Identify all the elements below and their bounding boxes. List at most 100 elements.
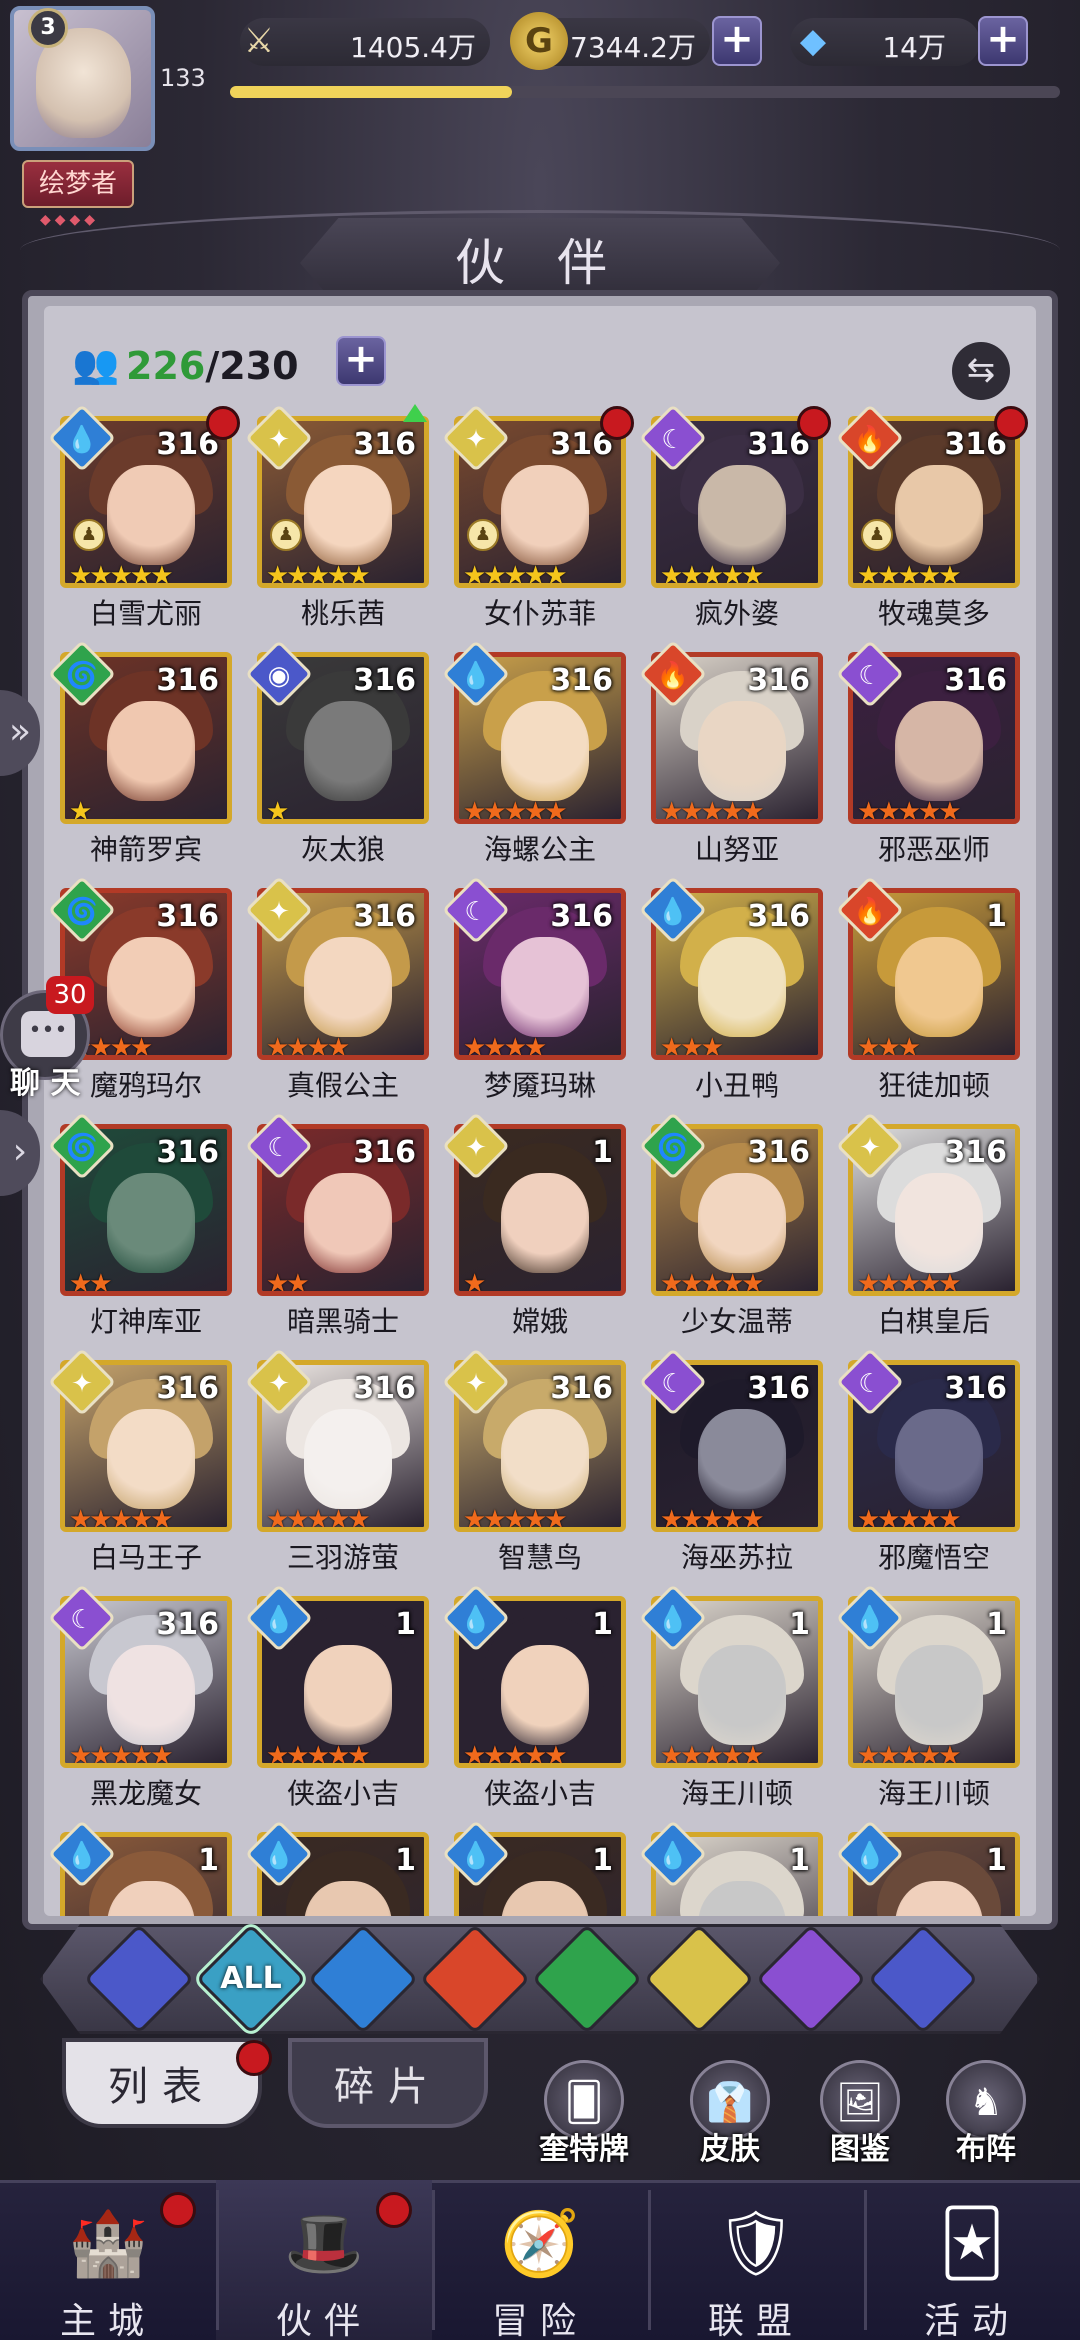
nav-wizard-hat[interactable]: 🎩 伙伴 bbox=[216, 2180, 432, 2340]
nav-cards[interactable]: 🃏 活动 bbox=[864, 2180, 1080, 2340]
hero-card[interactable]: 316 ♟ ★★★★★ 🔥 牧魂莫多 bbox=[836, 404, 1028, 630]
hero-level: 316 bbox=[353, 663, 416, 698]
light-glyph: ✦ bbox=[465, 425, 487, 456]
shortcut-codex[interactable]: 🖼 图鉴 bbox=[800, 2060, 920, 2170]
shortcut-card-deck[interactable]: 🂠 奎特牌 bbox=[524, 2060, 644, 2170]
tab-list-notification-dot bbox=[236, 2040, 272, 2076]
hero-card[interactable]: 316 ★★★★★ ☾ 海巫苏拉 bbox=[639, 1348, 823, 1574]
tab-fragments[interactable]: 碎片 bbox=[288, 2038, 488, 2128]
hero-card[interactable]: 316 ★ ◉ 灰太狼 bbox=[245, 640, 429, 866]
hero-card[interactable]: 1 ★★★★★ 💧 侠盗小吉 bbox=[442, 1584, 626, 1810]
hero-face bbox=[107, 937, 195, 1037]
hero-card[interactable]: 316 ★★ 🌀 灯神库亚 bbox=[48, 1112, 232, 1338]
hero-level: 1 bbox=[986, 1843, 1007, 1878]
add-gold-button[interactable]: + bbox=[712, 16, 762, 66]
hero-card[interactable]: 316 ★ 🌀 神箭罗宾 bbox=[48, 640, 232, 866]
hero-name: 疯外婆 bbox=[694, 597, 779, 630]
hero-name: 海王川顿 bbox=[680, 1777, 793, 1810]
light-element-icon: ✦ bbox=[245, 1348, 313, 1416]
water-glyph: 💧 bbox=[459, 1605, 493, 1636]
wind-glyph: 🌀 bbox=[65, 1133, 99, 1164]
water-glyph: 💧 bbox=[459, 1841, 493, 1872]
water-element-icon: 💧 bbox=[639, 876, 707, 944]
cards-icon: 🃏 bbox=[939, 2207, 1005, 2281]
hero-card[interactable]: 316 ★★★★★ ☾ 邪魔悟空 bbox=[836, 1348, 1020, 1574]
hero-card[interactable]: 1 ★★★★★ 💧 海王川顿 bbox=[639, 1584, 823, 1810]
hero-card[interactable]: 1 💧 bbox=[836, 1820, 1020, 1916]
hero-card[interactable]: 316 ★★★★ ✦ 真假公主 bbox=[245, 876, 429, 1102]
shortcut-outfit[interactable]: 👔 皮肤 bbox=[670, 2060, 790, 2170]
dark-glyph: ☾ bbox=[858, 1369, 882, 1400]
sort-toggle-button[interactable]: ⇆ bbox=[952, 342, 1010, 400]
hero-level: 316 bbox=[353, 1135, 416, 1170]
chess-pawn-icon: ♟ bbox=[270, 519, 302, 551]
hero-card[interactable]: 316 ★★★★★ ✦ 白棋皇后 bbox=[836, 1112, 1020, 1338]
hero-card[interactable]: 316 ♟ ★★★★★ ✦ 女仆苏菲 bbox=[442, 404, 634, 630]
hero-card[interactable]: 1 ★ ✦ 嫦娥 bbox=[442, 1112, 626, 1338]
wind-element-icon: 🌀 bbox=[48, 1112, 116, 1180]
water-element-icon: 💧 bbox=[836, 1584, 904, 1652]
hero-card[interactable]: 1 ★★★ 🔥 狂徒加顿 bbox=[836, 876, 1020, 1102]
hero-name: 海螺公主 bbox=[483, 833, 596, 866]
hero-card[interactable]: 316 ★★★★ ☾ 梦魇玛琳 bbox=[442, 876, 626, 1102]
shortcut-label: 图鉴 bbox=[830, 2132, 890, 2167]
title-rank-dots: ◆◆◆◆ bbox=[40, 212, 100, 228]
hero-card[interactable]: 1 💧 bbox=[48, 1820, 232, 1916]
hero-level: 316 bbox=[944, 1135, 1007, 1170]
dark-element-icon: ☾ bbox=[442, 876, 510, 944]
hero-face bbox=[698, 701, 786, 801]
water-element-icon: 💧 bbox=[442, 1584, 510, 1652]
hero-card[interactable]: 316 ★★ ☾ 暗黑骑士 bbox=[245, 1112, 429, 1338]
player-title-badge[interactable]: 绘梦者 bbox=[22, 160, 134, 208]
hero-card[interactable]: 1 ★★★★★ 💧 侠盗小吉 bbox=[245, 1584, 429, 1810]
hero-card[interactable]: 316 ♟ ★★★★★ 💧 白雪尤丽 bbox=[48, 404, 240, 630]
hero-stars: ★★★★★ bbox=[660, 1741, 765, 1768]
hero-card[interactable]: 316 ★★★★★ 🌀 少女温蒂 bbox=[639, 1112, 823, 1338]
hero-card[interactable]: 316 ★★★★★ ☾ 邪恶巫师 bbox=[836, 640, 1020, 866]
cosmic-element-icon: ◉ bbox=[245, 640, 313, 708]
hero-name: 小丑鸭 bbox=[694, 1069, 779, 1102]
hero-card[interactable]: 316 ♟ ★★★★★ ✦ 桃乐茜 bbox=[245, 404, 429, 630]
hero-card[interactable]: 316 ★★★★★ ✦ 智慧鸟 bbox=[442, 1348, 626, 1574]
hero-card[interactable]: 316 ★★★★★ ☾ 疯外婆 bbox=[639, 404, 831, 630]
dark-element-icon: ☾ bbox=[836, 1348, 904, 1416]
hero-card[interactable]: 316 ★★★★★ 🔥 山努亚 bbox=[639, 640, 823, 866]
hero-card[interactable]: 316 ★★★★★ ✦ 三羽游萤 bbox=[245, 1348, 429, 1574]
hero-card[interactable]: 1 💧 bbox=[442, 1820, 626, 1916]
hero-name: 桃乐茜 bbox=[300, 597, 385, 630]
hero-stars: ★★★★★ bbox=[857, 1741, 962, 1768]
add-diamond-button[interactable]: + bbox=[978, 16, 1028, 66]
water-element-icon: 💧 bbox=[442, 640, 510, 708]
water-element-icon: 💧 bbox=[639, 1820, 707, 1888]
light-element-icon: ✦ bbox=[836, 1112, 904, 1180]
hero-face bbox=[698, 1409, 786, 1509]
nav-compass[interactable]: 🧭 冒险 bbox=[432, 2180, 648, 2340]
hero-card[interactable]: 1 💧 bbox=[639, 1820, 823, 1916]
hero-card[interactable]: 316 ★★★ 💧 小丑鸭 bbox=[639, 876, 823, 1102]
water-glyph: 💧 bbox=[459, 661, 493, 692]
dark-glyph: ☾ bbox=[464, 897, 488, 928]
hero-card[interactable]: 1 💧 bbox=[245, 1820, 429, 1916]
expand-roster-button[interactable]: + bbox=[336, 336, 386, 386]
hero-card[interactable]: 316 ★★★★★ ☾ 黑龙魔女 bbox=[48, 1584, 232, 1810]
hero-card[interactable]: 1 ★★★★★ 💧 海王川顿 bbox=[836, 1584, 1020, 1810]
water-glyph: 💧 bbox=[65, 425, 99, 456]
hero-card[interactable]: 316 ★★★★★ 💧 海螺公主 bbox=[442, 640, 626, 866]
tab-list[interactable]: 列表 bbox=[62, 2038, 262, 2128]
power-value: 1405.4万 bbox=[350, 31, 476, 64]
wind-element-icon: 🌀 bbox=[48, 876, 116, 944]
nav-shield[interactable]: 🛡 联盟 bbox=[648, 2180, 864, 2340]
hero-face bbox=[304, 701, 392, 801]
shortcut-chess-formation[interactable]: ♞ 布阵 bbox=[926, 2060, 1046, 2170]
hero-stars: ★ bbox=[463, 1269, 486, 1296]
hero-card[interactable]: 316 ★★★★★ ✦ 白马王子 bbox=[48, 1348, 232, 1574]
hero-name: 神箭罗宾 bbox=[89, 833, 202, 866]
dark-element-icon: ☾ bbox=[639, 1348, 707, 1416]
hero-level: 1 bbox=[986, 899, 1007, 934]
exp-bar-fill bbox=[230, 86, 513, 98]
hero-stars: ★★★★★ bbox=[660, 797, 765, 824]
dark-element-icon: ☾ bbox=[48, 1584, 116, 1652]
shortcut-label: 布阵 bbox=[956, 2132, 1016, 2167]
nav-castle[interactable]: 🏰 主城 bbox=[0, 2180, 216, 2340]
hero-face bbox=[304, 937, 392, 1037]
